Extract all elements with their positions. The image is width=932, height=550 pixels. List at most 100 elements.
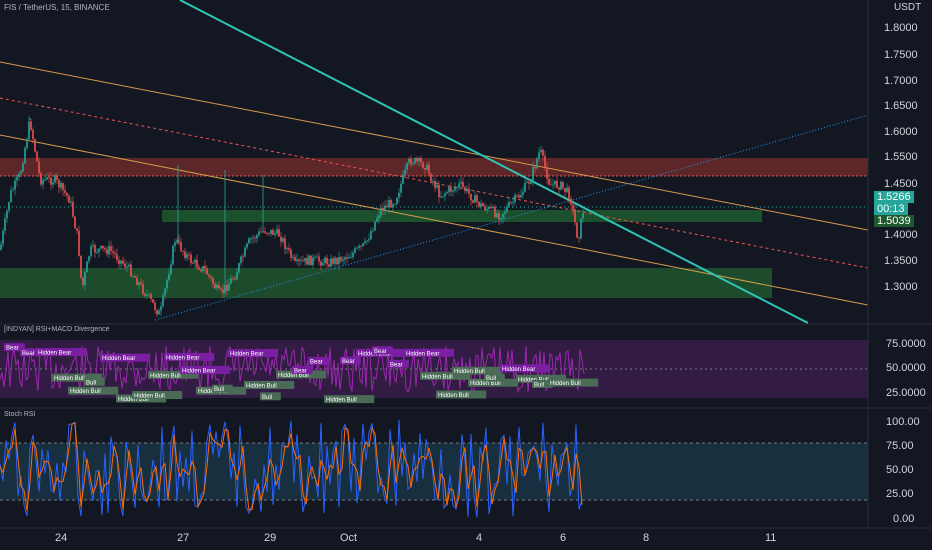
candle-body [202,266,204,272]
candle-body [408,158,410,164]
candle-body [548,178,550,185]
candle-body [82,277,84,285]
candle-body [130,264,132,277]
candle-body [318,256,320,262]
candle-body [574,209,576,223]
candle-body [346,257,348,259]
rsi-tick: 25.0000 [886,387,926,399]
candle-body [36,151,38,162]
candle-body [298,259,300,262]
bull-label-text: Bull [86,380,96,386]
bull-label-text: Hidden Bull [422,374,453,380]
candle-body [340,256,342,261]
candle-body [306,258,308,265]
candle-body [442,196,444,197]
candle-body [446,192,448,194]
candle-body [420,158,422,163]
candle-body [64,190,66,193]
candle-body [300,260,302,262]
candle-body [360,245,362,247]
candle-body [462,181,464,188]
candle-body [328,264,330,267]
candle-body [42,179,44,185]
stoch-pane-title: Stoch RSI [4,411,36,418]
candle-body [546,167,548,179]
candle-body [302,260,304,262]
bull-label-text: Hidden Bull [550,381,581,387]
candle-body [146,294,148,296]
candle-body [434,181,436,188]
candle-body [284,238,286,250]
candle-body [550,184,552,186]
candle-body [344,257,346,260]
time-tick: 24 [55,532,68,544]
price-tick: 1.4000 [884,229,918,241]
candle-body [114,252,116,255]
candle-body [150,294,152,300]
candle-body [522,191,524,195]
candle-body [422,162,424,169]
candle-body [186,254,188,258]
bear-label-text: Hidden Bear [166,355,199,361]
candle-body [214,284,216,289]
candle-body [480,203,482,207]
candle-body [226,285,228,291]
time-tick: 29 [264,532,277,544]
candle-body [190,254,192,264]
candle-body [438,184,440,198]
candle-body [410,158,412,165]
candle-body [262,231,264,233]
candle-body [194,259,196,264]
candle-body [454,187,456,191]
rsi-pane-title: [INDYAN] RSI+MACD Divergence [4,326,110,333]
candle-body [392,204,394,208]
candle-body [144,293,146,296]
candle-body [508,202,510,207]
rsi-tick: 50.0000 [886,362,926,374]
candle-body [430,173,432,182]
candle-body [170,264,172,274]
candle-body [332,258,334,264]
line-price-tag: 1.5039 [874,215,914,227]
candle-body [74,216,76,229]
bull-label-text: Hidden Bull [454,369,485,375]
candle-body [10,190,12,203]
candle-body [458,183,460,188]
bull-label-text: Hidden Bull [54,376,85,382]
trading-chart[interactable]: BearBear Hidden BearHidden BullHidden Bul… [0,0,932,550]
candle-body [228,283,230,291]
stoch-tick: 0.00 [893,513,915,525]
candle-body [456,187,458,188]
bear-label-text: Hidden Bear [182,368,215,374]
candle-body [142,283,144,294]
candle-body [128,264,130,267]
candle-body [338,256,340,265]
candle-body [358,245,360,248]
candle-body [470,193,472,201]
candle-body [402,174,404,184]
candle-body [424,168,426,170]
candle-body [488,206,490,209]
candle-body [580,218,582,239]
bear-label-text: Bear [294,368,307,374]
candle-body [362,243,364,247]
candle-body [230,278,232,284]
candle-body [566,187,568,192]
candle-body [498,213,500,220]
stoch-tick: 50.00 [886,464,914,476]
candle-body [48,177,50,179]
price-tick: 1.3500 [884,255,918,267]
candle-body [50,177,52,185]
bull-label-text: Bull [534,382,544,388]
candle-body [314,256,316,258]
candle-body [106,249,108,255]
candle-body [80,255,82,278]
candle-body [582,213,584,219]
candle-body [304,258,306,262]
candle-body [386,205,388,208]
candle-body [104,248,106,250]
candle-body [100,245,102,249]
price-tick: 1.5500 [884,151,918,163]
candle-body [326,257,328,265]
candle-body [350,257,352,259]
